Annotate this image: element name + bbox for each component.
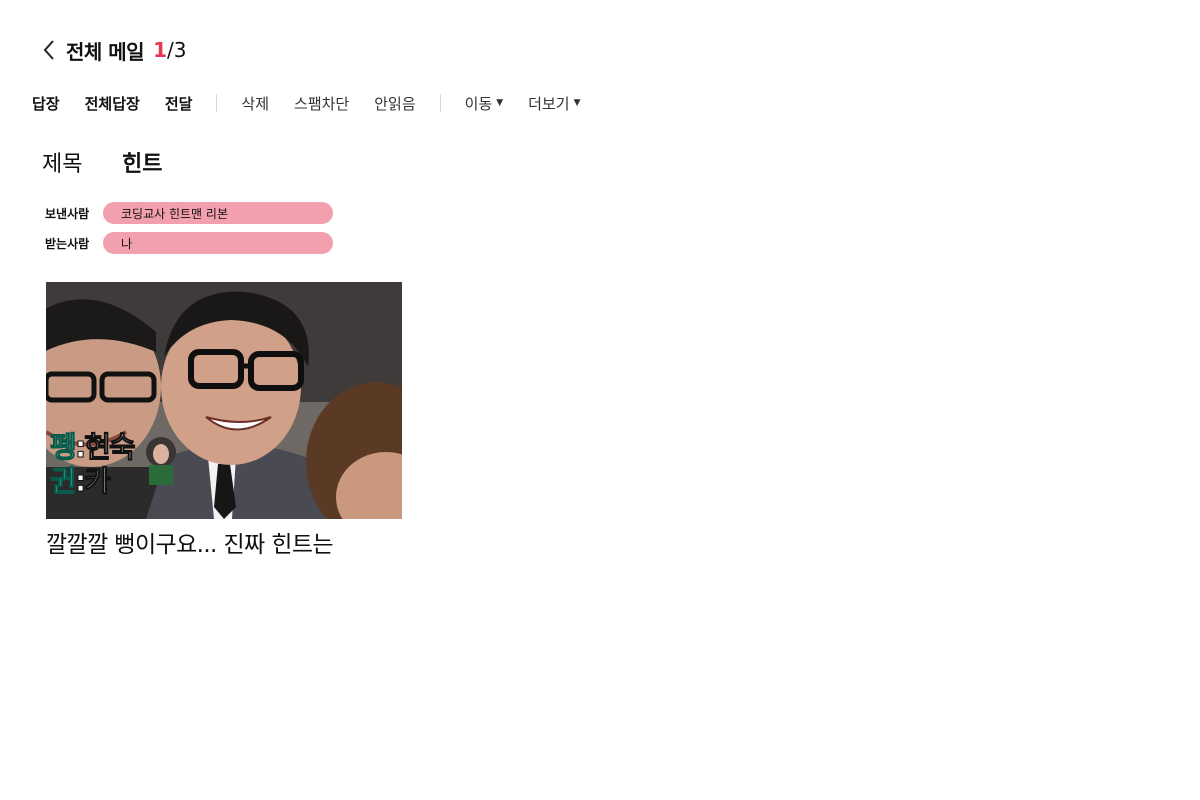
receiver-chip[interactable]: 나	[103, 232, 333, 254]
mail-toolbar: 답장 전체답장 전달 삭제 스팸차단 안읽음 이동 ▼ 더보기 ▼	[32, 90, 581, 116]
image-caption-overlay: 펭:현숙 귄:카	[50, 430, 137, 499]
reply-all-button[interactable]: 전체답장	[85, 93, 140, 114]
overlay-text: 펭	[50, 430, 78, 465]
delete-button[interactable]: 삭제	[241, 93, 269, 114]
more-dropdown[interactable]: 더보기 ▼	[528, 93, 580, 114]
subject-label: 제목	[42, 152, 83, 177]
caret-down-icon: ▼	[496, 98, 504, 108]
subject-value: 힌트	[122, 152, 163, 177]
receiver-label: 받는사람	[45, 236, 90, 251]
toolbar-divider	[216, 94, 218, 112]
more-label: 더보기	[528, 94, 570, 113]
mail-image: 펭:현숙 귄:카	[46, 282, 402, 519]
overlay-text: :현숙	[74, 430, 136, 465]
receiver-row: 받는사람 나	[45, 232, 333, 254]
mail-body-text: 깔깔깔 뻥이구요... 진짜 힌트는	[46, 532, 334, 558]
page-title: 전체 메일	[66, 39, 145, 64]
back-button[interactable]	[38, 36, 60, 64]
move-dropdown[interactable]: 이동 ▼	[465, 93, 504, 114]
subject-row: 제목 힌트	[42, 146, 162, 178]
reply-button[interactable]: 답장	[32, 93, 60, 114]
forward-button[interactable]: 전달	[165, 93, 193, 114]
mail-header: 전체 메일 1 / 3	[38, 34, 186, 66]
page-total-number: 3	[173, 38, 187, 62]
overlay-text: :카	[74, 464, 111, 499]
move-label: 이동	[464, 94, 493, 113]
page-current-number: 1	[153, 38, 167, 62]
sender-row: 보낸사람 코딩교사 힌트맨 리본	[45, 202, 333, 224]
page-separator: /	[167, 38, 174, 62]
overlay-text: 귄	[50, 464, 78, 499]
caret-down-icon: ▼	[573, 98, 581, 108]
mark-unread-button[interactable]: 안읽음	[374, 93, 415, 114]
block-spam-button[interactable]: 스팸차단	[294, 93, 349, 114]
toolbar-divider	[439, 94, 441, 112]
chevron-left-icon	[43, 40, 54, 60]
sender-label: 보낸사람	[45, 206, 90, 221]
sender-chip[interactable]: 코딩교사 힌트맨 리본	[103, 202, 333, 224]
